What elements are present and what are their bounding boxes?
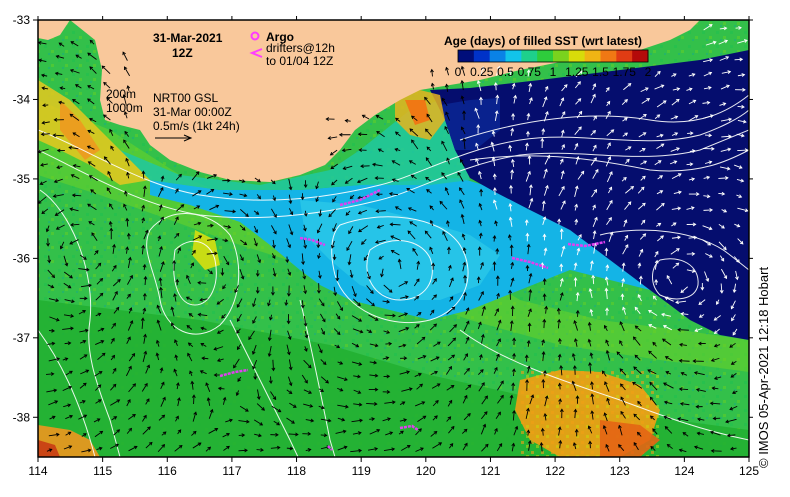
lon-tick-label: 120 — [416, 464, 436, 478]
colorbar-tick-label: 0.75 — [518, 65, 542, 79]
colorbar-swatch — [521, 50, 537, 62]
isobath-200-label: 200m — [106, 87, 136, 101]
current-vector — [385, 315, 395, 316]
colorbar-tick-label: 1.75 — [613, 65, 637, 79]
colorbar-swatch — [601, 50, 617, 62]
colorbar-tick-label: 1 — [550, 65, 557, 79]
product-name: NRT00 GSL — [153, 91, 218, 105]
product-time: 31-Mar 00:00Z — [153, 105, 232, 119]
lon-tick-label: 114 — [28, 464, 47, 478]
drifter-legend-label-1: drifters@12h — [266, 41, 335, 55]
lon-tick-label: 119 — [352, 464, 371, 478]
credit-text: © IMOS 05-Apr-2021 12:18 Hobart — [756, 267, 771, 468]
colorbar-title: Age (days) of filled SST (wrt latest) — [444, 34, 642, 48]
lon-tick-label: 118 — [287, 464, 306, 478]
map-date: 31-Mar-2021 — [153, 31, 223, 45]
colorbar-tick-label: 0 — [455, 65, 462, 79]
colorbar-tick-label: 2 — [645, 65, 652, 79]
drifter-legend-label-2: to 01/04 12Z — [266, 54, 333, 68]
colorbar-swatch — [537, 50, 553, 62]
colorbar — [458, 50, 649, 62]
lon-tick-label: 123 — [610, 464, 630, 478]
lon-tick-label: 122 — [545, 464, 565, 478]
colorbar-ticks: 0 0.250.5 0.75 1 1.251.5 1.75 2 — [455, 65, 652, 79]
lat-tick-label: -36 — [13, 251, 31, 265]
vector-scale-label: 0.5m/s (1kt 24h) — [153, 119, 240, 133]
lat-tick-label: -33 — [13, 13, 31, 27]
colorbar-swatch — [490, 50, 506, 62]
lon-tick-label: 121 — [480, 464, 500, 478]
colorbar-swatch — [474, 50, 490, 62]
isobath-1000-label: 1000m — [106, 101, 143, 115]
colorbar-swatch — [585, 50, 601, 62]
lon-tick-label: 117 — [222, 464, 241, 478]
colorbar-swatch — [632, 50, 648, 62]
sst-age-map: 114115116117118119120121122123124125 -33… — [0, 0, 790, 492]
lon-tick-label: 124 — [674, 464, 694, 478]
colorbar-tick-label: 0.5 — [497, 65, 514, 79]
colorbar-tick-label: 0.25 — [470, 65, 494, 79]
lon-tick-label: 116 — [158, 464, 177, 478]
colorbar-tick-label: 1.5 — [592, 65, 609, 79]
lat-tick-label: -35 — [13, 172, 31, 186]
map-time: 12Z — [172, 46, 193, 60]
lat-tick-label: -38 — [13, 410, 31, 424]
lat-tick-label: -37 — [13, 331, 31, 345]
colorbar-tick-label: 1.25 — [565, 65, 589, 79]
colorbar-swatch — [506, 50, 522, 62]
current-vector — [680, 361, 690, 362]
colorbar-swatch — [569, 50, 585, 62]
colorbar-swatch — [616, 50, 632, 62]
lon-tick-label: 115 — [93, 464, 112, 478]
colorbar-swatch — [458, 50, 474, 62]
colorbar-swatch — [553, 50, 569, 62]
current-vector — [737, 150, 747, 151]
lat-tick-label: -34 — [13, 92, 31, 106]
